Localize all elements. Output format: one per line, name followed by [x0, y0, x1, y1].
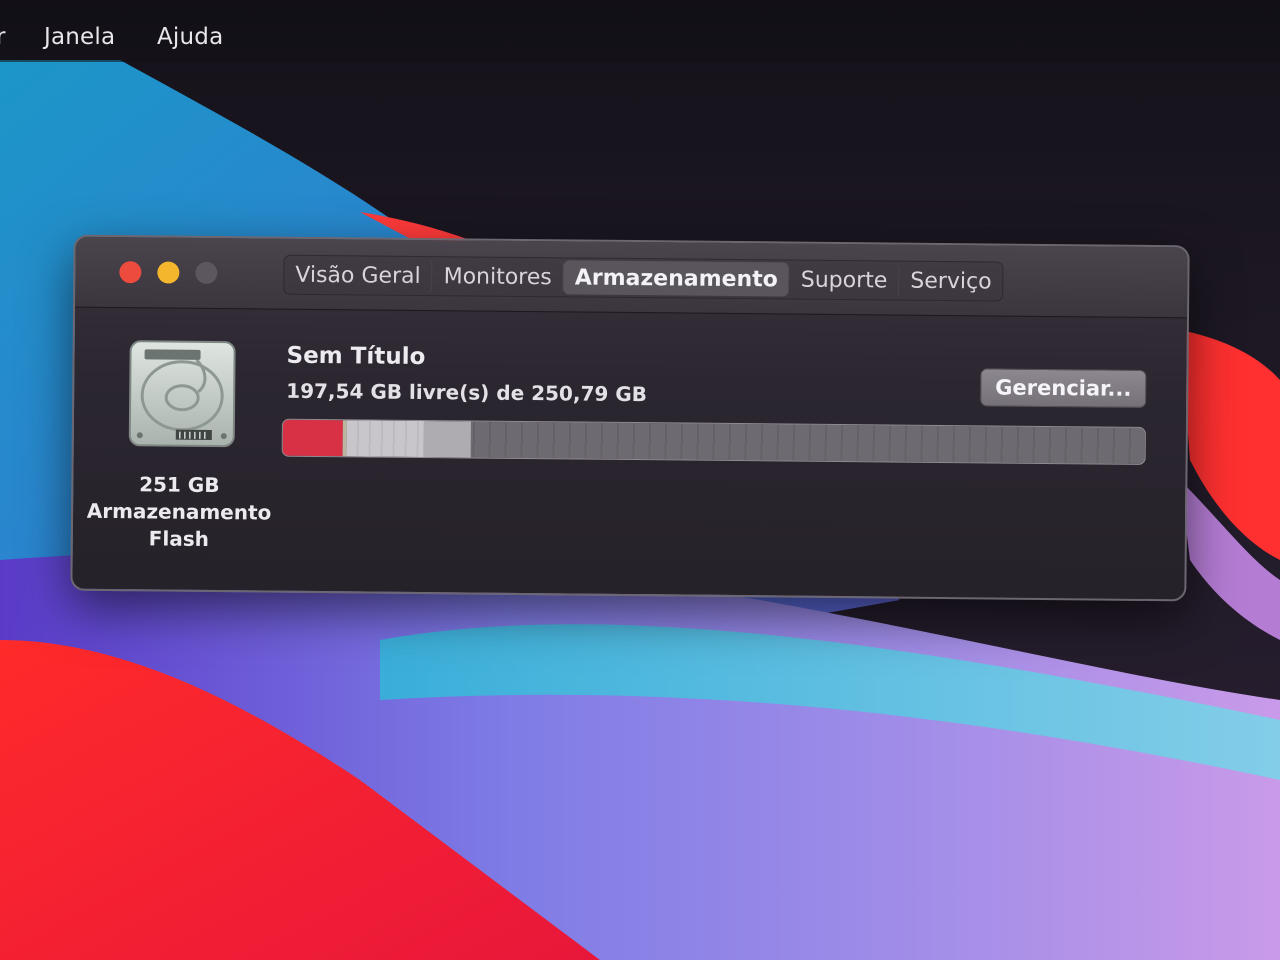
manage-button[interactable]: Gerenciar...	[980, 368, 1147, 408]
storage-segment-other	[346, 420, 425, 458]
menu-bar: r Janela Ajuda	[0, 0, 1280, 62]
tab-bar: Visão Geral Monitores Armazenamento Supo…	[283, 254, 1004, 302]
minimize-button[interactable]	[157, 261, 180, 284]
disk-size: 251 GB	[139, 472, 220, 498]
disk-type-line1: Armazenamento	[86, 498, 272, 525]
volume-name: Sem Título	[286, 342, 426, 371]
disk-description: 251 GB Armazenamento Flash	[79, 471, 280, 554]
tab-visao-geral[interactable]: Visão Geral	[284, 257, 433, 294]
menu-item-partial[interactable]: r	[0, 22, 6, 52]
storage-segment-system	[282, 419, 344, 457]
tab-monitores[interactable]: Monitores	[432, 259, 564, 295]
tab-armazenamento[interactable]: Armazenamento	[563, 260, 790, 297]
about-this-mac-window: Visão Geral Monitores Armazenamento Supo…	[70, 234, 1190, 602]
storage-usage-bar	[281, 418, 1146, 465]
close-button[interactable]	[119, 261, 142, 284]
disk-type-line2: Flash	[148, 526, 210, 551]
storage-segment-other2	[423, 421, 471, 458]
menu-item-janela[interactable]: Janela	[44, 22, 115, 52]
volume-free-space: 197,54 GB livre(s) de 250,79 GB	[286, 378, 648, 407]
menu-item-ajuda[interactable]: Ajuda	[157, 22, 223, 52]
zoom-button	[195, 261, 218, 285]
desktop: r Janela Ajuda Visão Geral Monitores Arm…	[0, 0, 1280, 960]
tab-suporte[interactable]: Suporte	[789, 262, 900, 298]
window-titlebar: Visão Geral Monitores Armazenamento Supo…	[75, 236, 1188, 319]
hard-drive-icon	[128, 340, 236, 448]
tab-servico[interactable]: Serviço	[899, 264, 1003, 299]
